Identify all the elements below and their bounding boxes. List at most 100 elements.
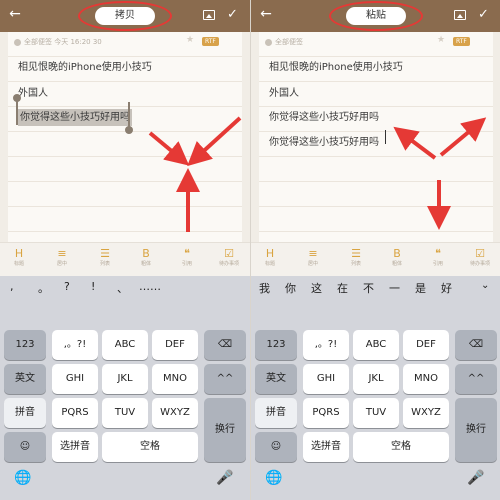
key-tuv[interactable]: TUV [102, 398, 148, 428]
candidate[interactable]: 我 [259, 280, 270, 296]
quote-icon: ❝ [184, 247, 190, 260]
checkbox-icon: ☑ [475, 247, 485, 260]
candidate[interactable]: ? [64, 280, 70, 293]
key-ghi[interactable]: GHI [52, 364, 98, 394]
emoji-key[interactable]: ☺ [4, 432, 46, 462]
key-emoticon[interactable]: ^^ [204, 364, 246, 394]
format-bold[interactable]: B 粗体 [382, 247, 412, 268]
key-123[interactable]: 123 [255, 330, 297, 360]
key-tuv[interactable]: TUV [353, 398, 399, 428]
candidate[interactable]: 不 [363, 280, 374, 296]
key-123[interactable]: 123 [4, 330, 46, 360]
format-list[interactable]: ☰ 列表 [90, 247, 120, 268]
format-bold[interactable]: B 粗体 [131, 247, 161, 268]
microphone-icon[interactable]: 🎤 [467, 470, 484, 486]
globe-icon[interactable]: 🌐 [14, 470, 31, 486]
candidate[interactable]: ! [91, 280, 95, 293]
key-jkl[interactable]: JKL [353, 364, 399, 394]
format-label: 粗体 [140, 261, 151, 267]
key-abc[interactable]: ABC [102, 330, 148, 360]
checkbox-icon: ☑ [224, 247, 234, 260]
arrow-mark [148, 131, 190, 166]
bold-icon: B [393, 247, 401, 260]
key-english[interactable]: 英文 [255, 364, 297, 394]
format-center[interactable]: ≡ 居中 [47, 247, 77, 268]
arrow-mark [187, 116, 242, 167]
format-label: 粗体 [391, 261, 402, 267]
annotation-arrows [148, 116, 242, 232]
format-heading[interactable]: H 标题 [255, 247, 285, 268]
key-def[interactable]: DEF [403, 330, 449, 360]
format-heading[interactable]: H 标题 [4, 247, 34, 268]
candidate-bar: 我 你 这 在 不 一 是 好 ⌄ [251, 276, 500, 296]
key-wxyz[interactable]: WXYZ [403, 398, 449, 428]
format-label: 居中 [56, 261, 67, 267]
arrow-mark [439, 117, 487, 157]
key-pqrs[interactable]: PQRS [52, 398, 98, 428]
arrow-mark [393, 126, 437, 160]
candidate[interactable]: 。 [38, 280, 49, 296]
emoji-key[interactable]: ☺ [255, 432, 297, 462]
format-todo[interactable]: ☑ 待办事项 [465, 247, 495, 268]
candidate[interactable]: 这 [311, 280, 322, 296]
space-key[interactable]: 空格 [353, 432, 449, 462]
key-mno[interactable]: MNO [152, 364, 198, 394]
bold-icon: B [142, 247, 150, 260]
list-icon: ☰ [100, 247, 110, 260]
format-label: 引用 [432, 261, 443, 267]
format-label: 待办事项 [218, 261, 239, 267]
globe-icon[interactable]: 🌐 [265, 470, 282, 486]
microphone-icon[interactable]: 🎤 [216, 470, 233, 486]
key-pinyin[interactable]: 拼音 [255, 398, 297, 428]
right-screen: ← 粘贴 ✓ 全部便签 ★ RTF 相见恨晚的iPhone使用小技巧 外国人 你… [250, 0, 500, 500]
format-toolbar: H 标题 ≡ 居中 ☰ 列表 B 粗体 ❝ 引用 ☑ 待办事项 [251, 242, 500, 276]
candidate[interactable]: 在 [337, 280, 348, 296]
align-center-icon: ≡ [308, 247, 318, 260]
backspace-key[interactable]: ⌫ [455, 330, 497, 360]
key-pinyin[interactable]: 拼音 [4, 398, 46, 428]
format-label: 待办事项 [469, 261, 490, 267]
candidate[interactable]: , [10, 280, 14, 293]
format-quote[interactable]: ❝ 引用 [423, 247, 453, 268]
format-label: 标题 [264, 261, 275, 267]
key-wxyz[interactable]: WXYZ [152, 398, 198, 428]
key-jkl[interactable]: JKL [102, 364, 148, 394]
format-label: 列表 [99, 261, 110, 267]
format-toolbar: H 标题 ≡ 居中 ☰ 列表 B 粗体 ❝ 引用 ☑ 待办事项 [0, 242, 250, 276]
key-select-pinyin[interactable]: 选拼音 [52, 432, 98, 462]
backspace-key[interactable]: ⌫ [204, 330, 246, 360]
format-label: 引用 [181, 261, 192, 267]
format-label: 居中 [307, 261, 318, 267]
format-list[interactable]: ☰ 列表 [341, 247, 371, 268]
list-icon: ☰ [351, 247, 361, 260]
left-screen: ← 拷贝 ✓ 全部便签 今天 16:20 30 ★ RTF 相见恨晚的iPhon… [0, 0, 250, 500]
key-punctuation[interactable]: ,。?! [52, 330, 98, 360]
key-mno[interactable]: MNO [403, 364, 449, 394]
key-emoticon[interactable]: ^^ [455, 364, 497, 394]
candidate[interactable]: 好 [441, 280, 452, 296]
align-center-icon: ≡ [57, 247, 67, 260]
format-quote[interactable]: ❝ 引用 [172, 247, 202, 268]
key-select-pinyin[interactable]: 选拼音 [303, 432, 349, 462]
key-english[interactable]: 英文 [4, 364, 46, 394]
key-pqrs[interactable]: PQRS [303, 398, 349, 428]
space-key[interactable]: 空格 [102, 432, 198, 462]
quote-icon: ❝ [435, 247, 441, 260]
key-ghi[interactable]: GHI [303, 364, 349, 394]
candidate-bar: , 。 ? ! 、 …… [0, 276, 250, 296]
format-label: 列表 [350, 261, 361, 267]
candidate[interactable]: 是 [415, 280, 426, 296]
format-center[interactable]: ≡ 居中 [298, 247, 328, 268]
candidate[interactable]: 你 [285, 280, 296, 296]
key-return[interactable]: 换行 [455, 398, 497, 462]
candidate[interactable]: 一 [389, 280, 400, 296]
key-punctuation[interactable]: ,。?! [303, 330, 349, 360]
chevron-down-icon[interactable]: ⌄ [481, 280, 489, 291]
format-todo[interactable]: ☑ 待办事项 [214, 247, 244, 268]
candidate[interactable]: …… [139, 280, 161, 293]
key-return[interactable]: 换行 [204, 398, 246, 462]
candidate[interactable]: 、 [117, 280, 128, 296]
annotation-arrows [393, 117, 487, 230]
key-abc[interactable]: ABC [353, 330, 399, 360]
key-def[interactable]: DEF [152, 330, 198, 360]
